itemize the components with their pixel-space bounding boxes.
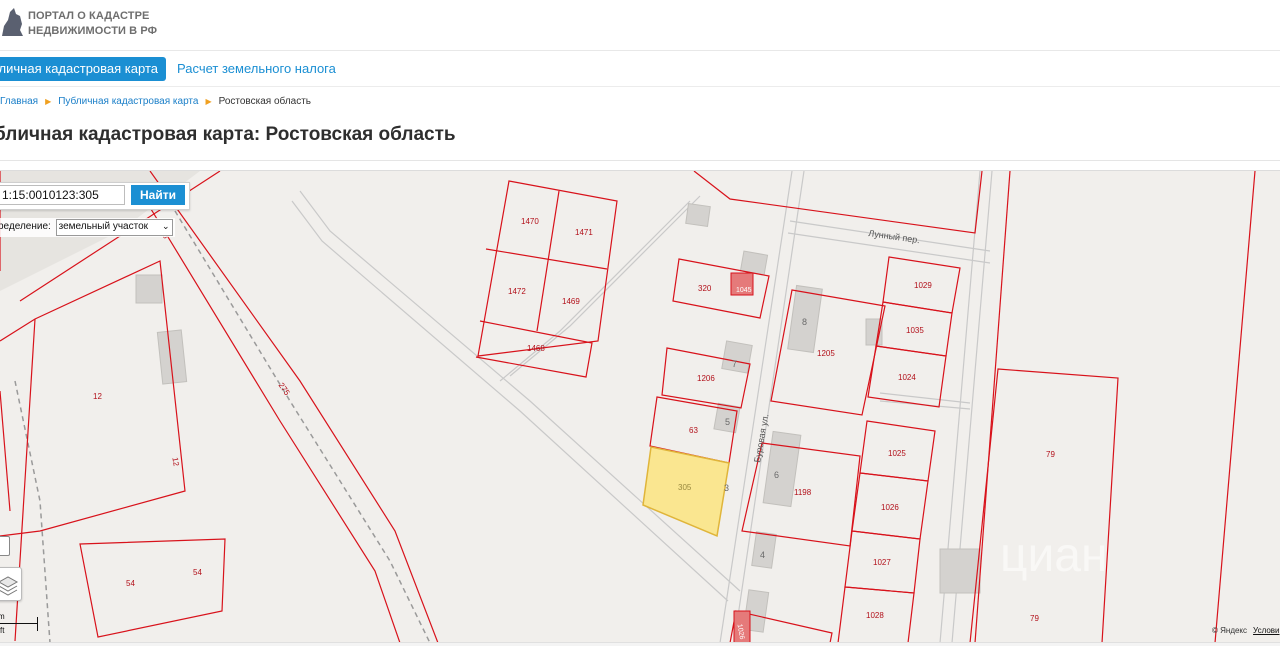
parcel-label: 1035 (906, 326, 924, 335)
parcel-label: 1472 (508, 287, 526, 296)
site-logo-text[interactable]: ПОРТАЛ О КАДАСТРЕ НЕДВИЖИМОСТИ В РФ (28, 9, 157, 39)
breadcrumb-home-link[interactable]: Главная (0, 96, 38, 107)
scale-unit-ft: ft (0, 626, 5, 635)
terms-link[interactable]: Услови (1253, 626, 1279, 635)
house-number: 6 (774, 470, 779, 480)
house-number: 4 (760, 550, 765, 560)
parcel-label: 1469 (562, 297, 580, 306)
watermark-text: циан (1000, 529, 1108, 582)
object-type-row: ределение: земельный участок ⌄ (0, 218, 175, 237)
site-header: ПОРТАЛ О КАДАСТРЕ НЕДВИЖИМОСТИ В РФ (0, 0, 1280, 51)
breadcrumb-current: Ростовская область (218, 96, 312, 107)
layers-icon (0, 576, 19, 596)
map-railway (14, 210, 431, 643)
house-number: 8 (802, 317, 807, 327)
parcel-label: 1470 (521, 217, 539, 226)
breadcrumb-map-link[interactable]: Публичная кадастровая карта (58, 96, 198, 107)
breadcrumb-arrow-icon: ▶ (205, 97, 212, 106)
tab-land-tax-calculation[interactable]: Расчет земельного налога (177, 57, 336, 81)
house-number: 7 (732, 359, 737, 369)
logo-line-1: ПОРТАЛ О КАДАСТРЕ (28, 10, 150, 22)
breadcrumb: Главная ▶ Публичная кадастровая карта ▶ Рост… (0, 96, 311, 107)
map-buildings (135, 203, 981, 633)
ruler-tool-button[interactable] (0, 536, 10, 556)
parcel-label: 1206 (697, 374, 715, 383)
parcel-label: 1029 (914, 281, 932, 290)
parcel-label: 63 (689, 426, 698, 435)
scale-unit-m: m (0, 612, 5, 621)
map-roads (291, 171, 993, 643)
logo-line-2: НЕДВИЖИМОСТИ В РФ (28, 25, 158, 37)
parcel-label: 12 (170, 457, 181, 468)
breadcrumb-arrow-icon: ▶ (45, 97, 52, 106)
main-nav: бличная кадастровая карта Расчет земельн… (0, 52, 1280, 87)
parcel-label: 1471 (575, 228, 593, 237)
parcel-label: 1468 (527, 344, 545, 353)
parcel-label: 12 (93, 392, 102, 401)
cadastral-map[interactable]: 1470 1471 1472 1469 1468 320 1045 1206 6… (0, 170, 1280, 643)
page-title: бличная кадастровая карта: Ростовская об… (0, 124, 456, 145)
parcel-label: 1027 (873, 558, 891, 567)
map-copyright: © Яндекс Услови (1212, 626, 1280, 635)
cadastral-search-panel: Найти (0, 182, 190, 210)
parcel-label: 1198 (794, 488, 812, 497)
tab-public-cadastral-map[interactable]: бличная кадастровая карта (0, 57, 166, 81)
parcel-label: 1026 (881, 503, 899, 512)
title-divider (0, 160, 1280, 161)
page-bottom-divider (0, 642, 1280, 646)
parcel-label: 320 (698, 284, 712, 293)
object-type-value: земельный участок (58, 221, 149, 232)
object-type-label: ределение: (0, 221, 51, 232)
street-label-lunny: Лунный пер. (868, 228, 921, 245)
parcel-label: 54 (193, 568, 202, 577)
parcel-label: 79 (1046, 450, 1055, 459)
parcel-label: 275 (277, 381, 292, 398)
russia-map-logo-icon[interactable] (0, 6, 24, 38)
house-number: 5 (725, 417, 730, 427)
street-label-burovaya: Буровая ул. (752, 413, 770, 463)
chevron-down-icon: ⌄ (162, 221, 170, 231)
cadastral-number-input[interactable] (0, 185, 125, 205)
map-canvas[interactable]: 1470 1471 1472 1469 1468 320 1045 1206 6… (0, 171, 1280, 643)
layers-button[interactable] (0, 567, 22, 601)
parcel-label: 79 (1030, 614, 1039, 623)
map-scale-bar: m ft (0, 611, 40, 637)
parcel-label: 1045 (736, 287, 752, 294)
object-type-select[interactable]: земельный участок ⌄ (55, 219, 173, 236)
find-button[interactable]: Найти (131, 185, 185, 205)
parcel-label: 54 (126, 579, 135, 588)
parcel-label: 305 (678, 483, 692, 492)
parcel-label: 1028 (866, 611, 884, 620)
yandex-copyright: © Яндекс (1212, 626, 1248, 635)
house-number: 3 (724, 483, 729, 493)
parcel-label: 1024 (898, 373, 916, 382)
parcel-label: 1205 (817, 349, 835, 358)
parcel-label: 1025 (888, 449, 906, 458)
